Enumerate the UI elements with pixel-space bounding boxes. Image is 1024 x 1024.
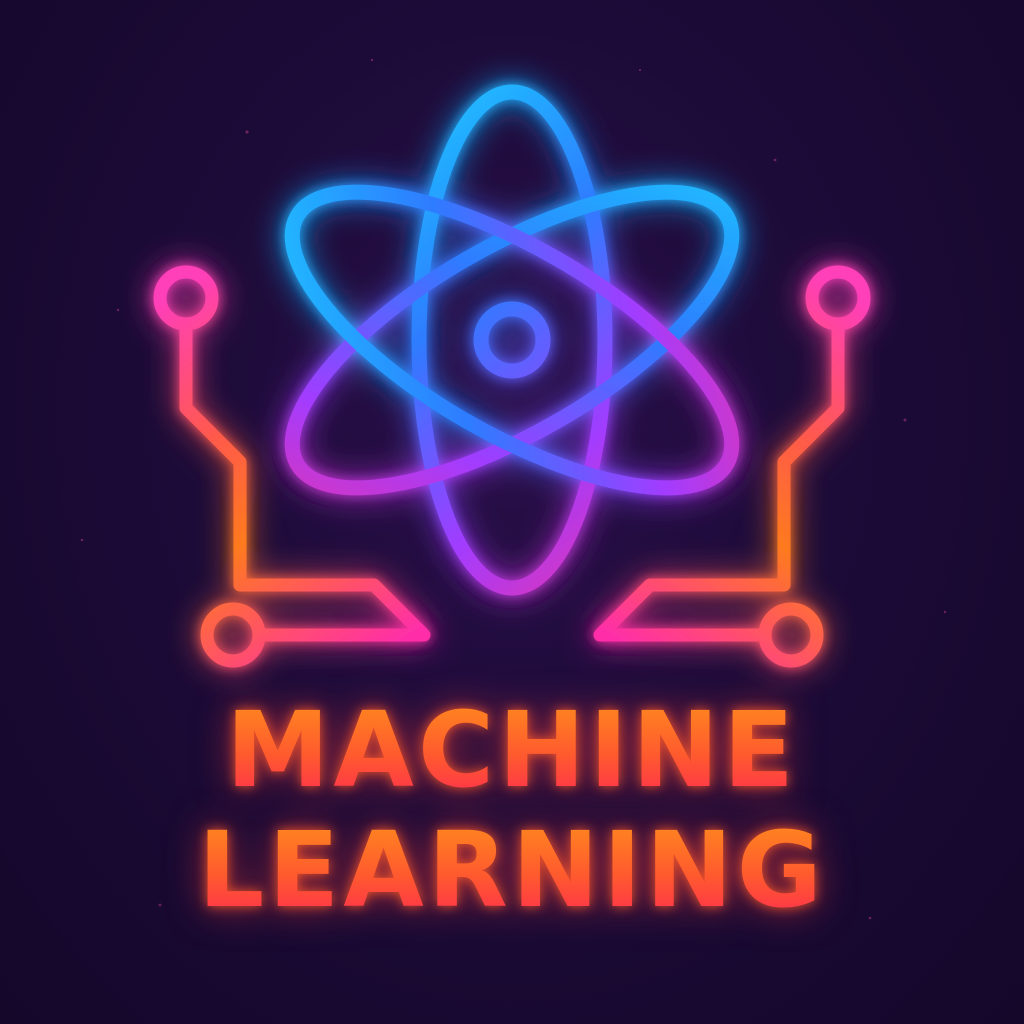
atom-orbit-vertical (411, 84, 613, 596)
atom-icon (284, 84, 740, 596)
title-line-machine: MACHINE (0, 698, 1024, 802)
poster-canvas: MACHINE LEARNING (0, 0, 1024, 1024)
atom-nucleus (473, 301, 551, 379)
title-line-learning: LEARNING (0, 818, 1024, 922)
